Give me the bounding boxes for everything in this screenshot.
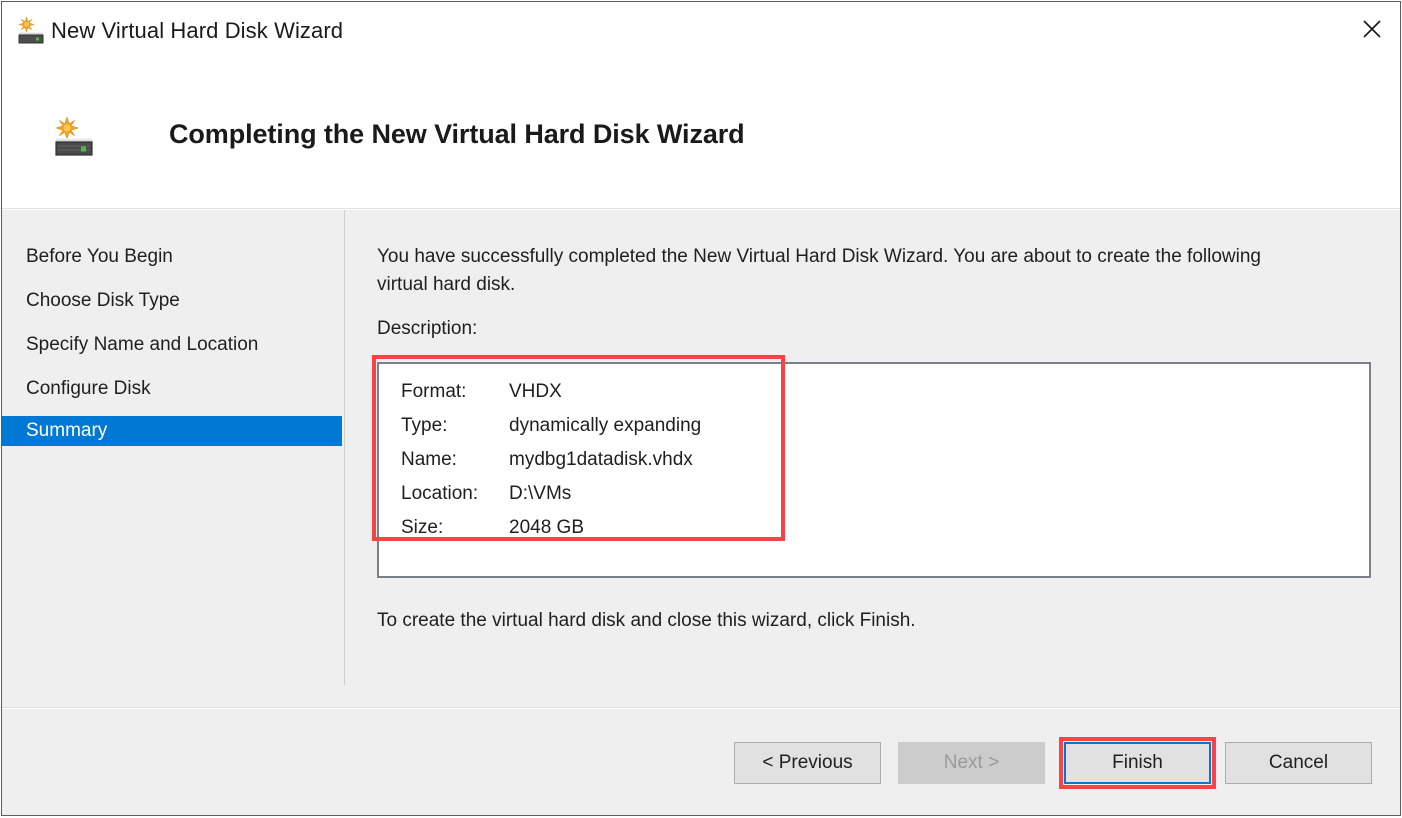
detail-row: Location: D:\VMs: [401, 477, 701, 511]
wizard-footer: < Previous Next > Finish Cancel: [2, 709, 1400, 815]
virtual-hard-disk-new-icon: [15, 16, 47, 48]
finish-hint-text: To create the virtual hard disk and clos…: [377, 610, 916, 632]
cancel-button[interactable]: Cancel: [1225, 742, 1372, 784]
sidebar-item-label: Summary: [2, 420, 107, 442]
page-title: Completing the New Virtual Hard Disk Wiz…: [169, 119, 745, 150]
detail-key-name: Name:: [401, 449, 509, 471]
sidebar-item-specify-name-and-location[interactable]: Specify Name and Location: [2, 330, 342, 360]
detail-value-format: VHDX: [509, 381, 562, 403]
previous-button-label: < Previous: [762, 752, 852, 774]
finish-button[interactable]: Finish: [1064, 742, 1211, 784]
detail-value-size: 2048 GB: [509, 517, 584, 539]
next-button-label: Next >: [944, 752, 999, 774]
sidebar-item-summary[interactable]: Summary: [2, 416, 342, 446]
window-title: New Virtual Hard Disk Wizard: [51, 18, 343, 44]
wizard-body: Before You Begin Choose Disk Type Specif…: [2, 210, 1400, 708]
detail-row: Type: dynamically expanding: [401, 409, 701, 443]
detail-value-name: mydbg1datadisk.vhdx: [509, 449, 693, 471]
detail-value-type: dynamically expanding: [509, 415, 701, 437]
detail-key-type: Type:: [401, 415, 509, 437]
detail-row: Name: mydbg1datadisk.vhdx: [401, 443, 701, 477]
virtual-hard-disk-new-icon-large: [50, 114, 98, 162]
sidebar-item-label: Before You Begin: [2, 246, 173, 268]
summary-details-table: Format: VHDX Type: dynamically expanding…: [401, 375, 701, 545]
new-virtual-hard-disk-wizard-window: New Virtual Hard Disk Wizard: [1, 1, 1401, 816]
detail-key-format: Format:: [401, 381, 509, 403]
finish-button-label: Finish: [1112, 752, 1163, 774]
detail-row: Format: VHDX: [401, 375, 701, 409]
description-label: Description:: [377, 318, 477, 340]
sidebar-item-choose-disk-type[interactable]: Choose Disk Type: [2, 286, 342, 316]
intro-text: You have successfully completed the New …: [377, 243, 1302, 299]
wizard-header: Completing the New Virtual Hard Disk Wiz…: [2, 62, 1400, 209]
sidebar-item-label: Configure Disk: [2, 378, 151, 400]
wizard-content: You have successfully completed the New …: [346, 210, 1400, 707]
previous-button[interactable]: < Previous: [734, 742, 881, 784]
detail-key-location: Location:: [401, 483, 509, 505]
sidebar-item-configure-disk[interactable]: Configure Disk: [2, 374, 342, 404]
summary-details-box: Format: VHDX Type: dynamically expanding…: [377, 362, 1371, 578]
wizard-step-nav: Before You Begin Choose Disk Type Specif…: [2, 210, 345, 685]
cancel-button-label: Cancel: [1269, 752, 1328, 774]
detail-key-size: Size:: [401, 517, 509, 539]
title-bar: New Virtual Hard Disk Wizard: [2, 2, 1400, 62]
close-icon[interactable]: [1344, 2, 1400, 56]
sidebar-item-before-you-begin[interactable]: Before You Begin: [2, 242, 342, 272]
next-button: Next >: [898, 742, 1045, 784]
sidebar-item-label: Choose Disk Type: [2, 290, 180, 312]
detail-value-location: D:\VMs: [509, 483, 571, 505]
detail-row: Size: 2048 GB: [401, 511, 701, 545]
sidebar-item-label: Specify Name and Location: [2, 334, 258, 356]
